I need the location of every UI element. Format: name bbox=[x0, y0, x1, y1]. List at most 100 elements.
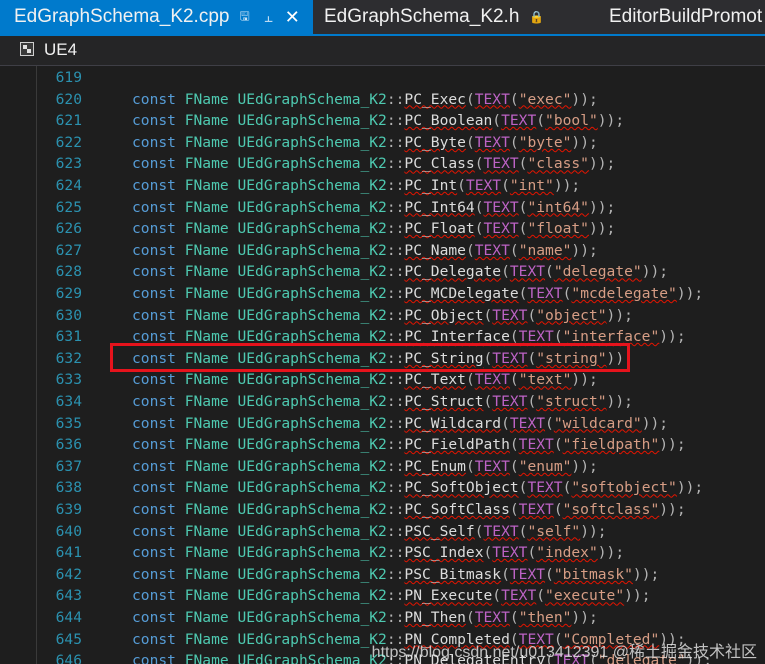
string-token: "int" bbox=[509, 177, 554, 194]
paren-token: ( bbox=[465, 609, 475, 626]
member-token: PC_Class bbox=[404, 155, 475, 173]
scope-operator: :: bbox=[386, 436, 405, 454]
code-line: 640 const FName UEdGraphSchema_K2::PSC_Se… bbox=[0, 521, 765, 543]
tab-label: EditorBuildPromot bbox=[609, 6, 763, 27]
type-token: FName bbox=[184, 414, 229, 432]
line-number: 631 bbox=[55, 328, 82, 346]
type-token: FName bbox=[184, 630, 229, 648]
code-line: 636 const FName UEdGraphSchema_K2::PC_Fie… bbox=[0, 434, 765, 456]
paren-token: ( bbox=[509, 457, 519, 475]
scope-operator: :: bbox=[386, 155, 405, 173]
member-token: PC_SoftClass bbox=[404, 501, 510, 518]
keyword-token: const bbox=[132, 263, 176, 281]
scope-operator: :: bbox=[386, 587, 405, 605]
paren-token: ( bbox=[501, 565, 510, 583]
tab-edgraphschema-k2-h[interactable]: EdGraphSchema_K2.h 🔒 bbox=[313, 0, 545, 34]
code-text: const FName UEdGraphSchema_K2::PC_SoftOb… bbox=[132, 477, 703, 499]
macro-token: TEXT bbox=[483, 198, 519, 216]
macro-token: TEXT bbox=[483, 220, 519, 238]
code-text: const FName UEdGraphSchema_K2::PC_MCDele… bbox=[132, 283, 703, 305]
tab-edgraphschema-k2-cpp[interactable]: EdGraphSchema_K2.cpp 🖫 ⫠ ✕ bbox=[0, 0, 313, 34]
member-token: PC_Object bbox=[404, 306, 484, 324]
code-text: const FName UEdGraphSchema_K2::PC_Exec(T… bbox=[132, 89, 598, 111]
line-number: 634 bbox=[55, 393, 82, 410]
type-token: FName bbox=[184, 652, 229, 664]
keyword-token: const bbox=[132, 501, 176, 518]
code-text: const FName UEdGraphSchema_K2::PSC_Index… bbox=[132, 542, 624, 564]
watermark: https://blog.csdn.net/u013412391 @稀土掘金技术… bbox=[371, 644, 757, 661]
code-line: 619 bbox=[0, 67, 765, 89]
scope-operator: :: bbox=[386, 522, 405, 540]
code-text: const FName UEdGraphSchema_K2::PC_Text(T… bbox=[132, 369, 598, 391]
project-dropdown[interactable]: UE4 bbox=[44, 40, 77, 60]
class-token: UEdGraphSchema_K2 bbox=[237, 544, 387, 562]
macro-token: TEXT bbox=[465, 177, 502, 194]
paren-token: ( bbox=[501, 414, 510, 432]
tab-label: EdGraphSchema_K2.cpp bbox=[14, 6, 230, 27]
paren-token: )); bbox=[676, 479, 704, 497]
paren-token: ( bbox=[545, 565, 554, 583]
string-token: "object" bbox=[536, 306, 607, 324]
paren-token: ( bbox=[465, 371, 475, 389]
code-text: const FName UEdGraphSchema_K2::PC_SoftCl… bbox=[132, 499, 686, 521]
code-line: 629 const FName UEdGraphSchema_K2::PC_MCD… bbox=[0, 283, 765, 305]
paren-token: ( bbox=[492, 112, 502, 130]
string-token: "bool" bbox=[545, 112, 598, 130]
type-token: FName bbox=[184, 565, 229, 583]
paren-token: )); bbox=[659, 501, 686, 518]
member-token: PC_Text bbox=[404, 371, 466, 389]
paren-token: )); bbox=[571, 457, 598, 475]
paren-token: ( bbox=[509, 133, 519, 151]
keyword-token: const bbox=[132, 177, 176, 194]
scope-operator: :: bbox=[386, 241, 405, 259]
class-token: UEdGraphSchema_K2 bbox=[237, 652, 387, 664]
member-token: PSC_Bitmask bbox=[404, 565, 502, 583]
code-line: 628 const FName UEdGraphSchema_K2::PC_Del… bbox=[0, 261, 765, 283]
paren-token: )); bbox=[588, 198, 616, 216]
scope-operator: :: bbox=[386, 371, 405, 389]
pin-icon[interactable]: ⫠ bbox=[264, 9, 273, 26]
line-number: 624 bbox=[55, 177, 82, 194]
type-token: FName bbox=[184, 263, 229, 281]
macro-token: TEXT bbox=[474, 133, 510, 151]
scope-operator: :: bbox=[386, 112, 405, 130]
paren-token: ( bbox=[553, 501, 563, 518]
pin-icon[interactable]: 🖫 bbox=[239, 7, 249, 28]
paren-token: ( bbox=[509, 371, 519, 389]
keyword-token: const bbox=[132, 241, 176, 259]
keyword-token: const bbox=[132, 220, 176, 238]
paren-token: ( bbox=[509, 609, 519, 626]
macro-token: TEXT bbox=[483, 522, 519, 540]
code-editor[interactable]: 619 620 const FName UEdGraphSchema_K2::PC_… bbox=[0, 66, 765, 664]
keyword-token: const bbox=[132, 544, 176, 562]
lock-icon: 🔒 bbox=[529, 10, 545, 24]
code-text: const FName UEdGraphSchema_K2::PSC_Bitma… bbox=[132, 564, 659, 586]
class-token: UEdGraphSchema_K2 bbox=[237, 241, 387, 259]
code-line: 643 const FName UEdGraphSchema_K2::PN_Exe… bbox=[0, 585, 765, 607]
class-token: UEdGraphSchema_K2 bbox=[237, 393, 387, 410]
member-token: PC_Wildcard bbox=[404, 414, 502, 432]
macro-token: TEXT bbox=[509, 263, 546, 281]
tab-editorbuildpromot[interactable]: EditorBuildPromot bbox=[595, 0, 765, 34]
keyword-token: const bbox=[132, 133, 176, 151]
line-number: 630 bbox=[55, 306, 82, 324]
line-number: 641 bbox=[55, 544, 82, 562]
member-token: PC_Float bbox=[404, 220, 475, 238]
document-tab-bar: EdGraphSchema_K2.cpp 🖫 ⫠ ✕ EdGraphSchema… bbox=[0, 0, 765, 36]
macro-token: TEXT bbox=[483, 155, 519, 173]
scope-operator: :: bbox=[386, 414, 405, 432]
close-icon[interactable]: ✕ bbox=[285, 7, 300, 28]
class-token: UEdGraphSchema_K2 bbox=[237, 436, 387, 454]
code-line: 633 const FName UEdGraphSchema_K2::PC_Tex… bbox=[0, 369, 765, 391]
macro-token: TEXT bbox=[492, 544, 528, 562]
code-line: 630 const FName UEdGraphSchema_K2::PC_Obj… bbox=[0, 305, 765, 327]
string-token: "enum" bbox=[518, 457, 572, 475]
paren-token: )); bbox=[676, 285, 704, 302]
keyword-token: const bbox=[132, 630, 176, 648]
navigation-bar: UE4 bbox=[0, 36, 765, 66]
paren-token: ( bbox=[474, 522, 484, 540]
paren-token: ( bbox=[509, 90, 519, 108]
code-text: const FName UEdGraphSchema_K2::PC_Object… bbox=[132, 305, 633, 327]
string-token: "mcdelegate" bbox=[571, 285, 677, 302]
code-line: 622 const FName UEdGraphSchema_K2::PC_Byt… bbox=[0, 132, 765, 154]
